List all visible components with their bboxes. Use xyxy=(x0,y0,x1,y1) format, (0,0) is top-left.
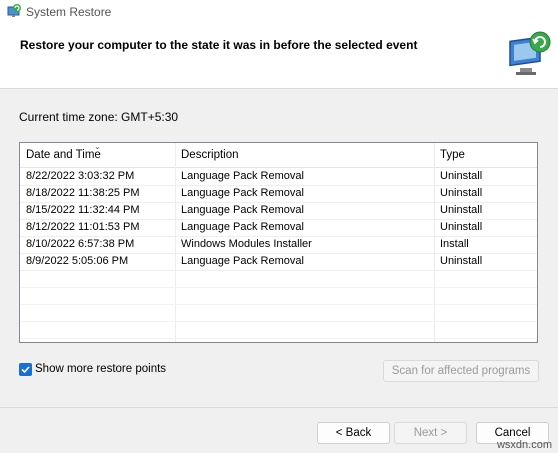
cell-description: Language Pack Removal xyxy=(181,204,304,216)
table-row[interactable]: 8/18/2022 11:38:25 PM Language Pack Remo… xyxy=(20,185,537,203)
timezone-label: Current time zone: GMT+5:30 xyxy=(19,110,179,124)
empty-row xyxy=(20,304,537,322)
sort-descending-icon: ⌄ xyxy=(94,142,101,151)
header-panel: Restore your computer to the state it wa… xyxy=(0,24,558,89)
column-description[interactable]: Description xyxy=(181,149,239,161)
cell-description: Language Pack Removal xyxy=(181,170,304,182)
cell-description: Language Pack Removal xyxy=(181,255,304,267)
empty-row xyxy=(20,270,537,288)
title-bar: System Restore xyxy=(0,0,558,24)
cell-type: Uninstall xyxy=(440,221,483,233)
next-button[interactable]: Next > xyxy=(394,422,467,444)
table-row[interactable]: 8/15/2022 11:32:44 PM Language Pack Remo… xyxy=(20,202,537,220)
scan-affected-programs-button[interactable]: Scan for affected programs xyxy=(383,360,539,382)
page-title: Restore your computer to the state it wa… xyxy=(20,38,418,52)
column-date-time[interactable]: Date and Time xyxy=(26,149,101,161)
system-restore-monitor-icon xyxy=(509,31,551,75)
cell-date: 8/12/2022 11:01:53 PM xyxy=(26,221,140,233)
table-row[interactable]: 8/12/2022 11:01:53 PM Language Pack Remo… xyxy=(20,219,537,237)
list-header: Date and Time ⌄ Description Type xyxy=(20,143,537,168)
table-row[interactable]: 8/22/2022 3:03:32 PM Language Pack Remov… xyxy=(20,168,537,186)
cell-date: 8/22/2022 3:03:32 PM xyxy=(26,170,135,182)
cell-description: Language Pack Removal xyxy=(181,221,304,233)
cell-type: Uninstall xyxy=(440,170,483,182)
empty-row xyxy=(20,321,537,339)
table-row[interactable]: 8/9/2022 5:05:06 PM Language Pack Remova… xyxy=(20,253,537,271)
cell-type: Install xyxy=(440,238,469,250)
watermark: wsxdn.com xyxy=(496,439,552,451)
empty-row xyxy=(20,287,537,305)
column-type[interactable]: Type xyxy=(440,149,465,161)
window-title: System Restore xyxy=(26,5,112,19)
cell-date: 8/15/2022 11:32:44 PM xyxy=(26,204,140,216)
cell-type: Uninstall xyxy=(440,187,483,199)
cell-description: Language Pack Removal xyxy=(181,187,304,199)
cell-date: 8/18/2022 11:38:25 PM xyxy=(26,187,140,199)
back-button[interactable]: < Back xyxy=(317,422,390,444)
checkmark-icon xyxy=(21,366,30,374)
show-more-label[interactable]: Show more restore points xyxy=(35,363,166,375)
system-restore-icon xyxy=(7,4,21,17)
show-more-checkbox[interactable] xyxy=(19,363,32,376)
cell-date: 8/9/2022 5:05:06 PM xyxy=(26,255,129,267)
cell-description: Windows Modules Installer xyxy=(181,238,312,250)
cell-type: Uninstall xyxy=(440,255,483,267)
footer-divider xyxy=(0,407,558,408)
cell-date: 8/10/2022 6:57:38 PM xyxy=(26,238,135,250)
cell-type: Uninstall xyxy=(440,204,483,216)
table-row[interactable]: 8/10/2022 6:57:38 PM Windows Modules Ins… xyxy=(20,236,537,254)
restore-points-list[interactable]: Date and Time ⌄ Description Type 8/22/20… xyxy=(19,142,538,343)
